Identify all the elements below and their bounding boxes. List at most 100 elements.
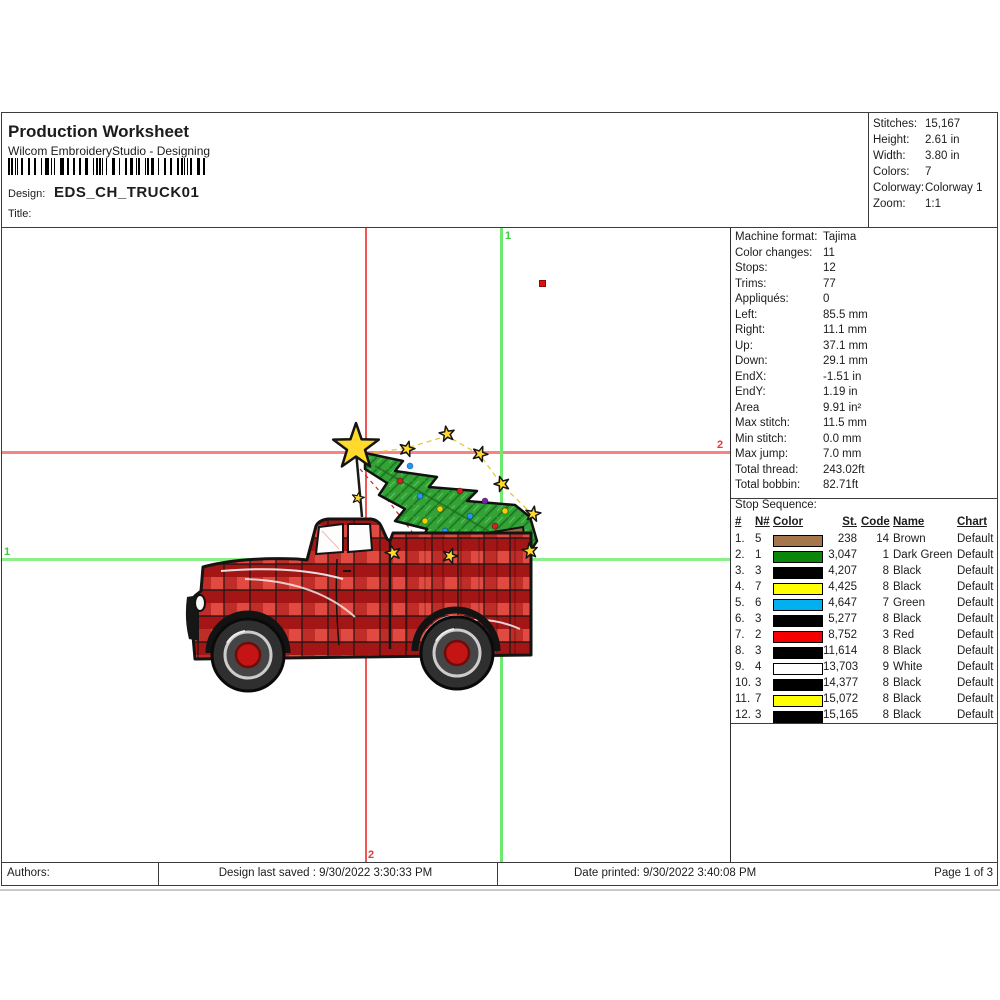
design-canvas: 1 1 2 2 Machine format: Tajima Color cha… [2,228,997,862]
machine-info-row: Left: 85.5 mm [735,309,997,325]
summary-row: Colorway: Colorway 1 [869,181,997,197]
machine-info-label: Machine format: [735,231,817,243]
thread-color-swatch [773,551,823,563]
row-num: 5. [735,597,753,609]
summary-value: 15,167 [925,118,960,130]
row-num: 10. [735,677,753,689]
row-code: 9 [861,661,889,673]
row-stitches: 13,703 [823,661,857,673]
row-needle: 5 [755,533,771,545]
machine-info-label: Trims: [735,278,767,290]
row-chart: Default [957,581,997,593]
row-chart: Default [957,693,997,705]
row-name: Black [893,581,957,593]
summary-label: Zoom: [873,198,906,210]
row-code: 8 [861,581,889,593]
summary-value: 7 [925,166,931,178]
row-needle: 4 [755,661,771,673]
row-chart: Default [957,533,997,545]
barcode-icon [8,158,208,175]
row-num: 2. [735,549,753,561]
summary-stats-box: Stitches: 15,167 Height: 2.61 in Width: … [868,113,997,231]
summary-label: Colorway: [873,182,924,194]
page-shadow [0,889,1000,891]
row-stitches: 15,072 [823,693,857,705]
summary-value: Colorway 1 [925,182,983,194]
row-num: 1. [735,533,753,545]
design-label: Design: [8,188,45,200]
row-chart: Default [957,549,997,561]
thread-color-swatch [773,631,823,643]
machine-info-row: EndX: -1.51 in [735,371,997,387]
thread-color-swatch [773,663,823,675]
thread-color-swatch [773,535,823,547]
machine-info-value: 12 [823,262,836,274]
stop-sequence-row: 1. 5 238 14 Brown Default [735,532,993,548]
row-name: Black [893,709,957,721]
machine-info-label: Min stitch: [735,433,787,445]
machine-info-row: Right: 11.1 mm [735,324,997,340]
row-name: White [893,661,957,673]
machine-info-label: Left: [735,309,757,321]
last-saved-text: Design last saved : 9/30/2022 3:30:33 PM [154,863,498,885]
hoop-label-red-bottom: 2 [368,850,374,860]
machine-info-value: 9.91 in² [823,402,861,414]
embroidery-design-preview [185,421,545,696]
machine-info-label: Stops: [735,262,768,274]
worksheet-footer: Authors: Design last saved : 9/30/2022 3… [2,862,997,885]
machine-info-label: Right: [735,324,765,336]
row-needle: 3 [755,709,771,721]
row-code: 7 [861,597,889,609]
row-stitches: 14,377 [823,677,857,689]
row-needle: 1 [755,549,771,561]
row-code: 8 [861,693,889,705]
row-num: 8. [735,645,753,657]
col-needle: N# [755,516,771,528]
worksheet-page: Production Worksheet Wilcom EmbroiderySt… [1,112,998,886]
row-chart: Default [957,597,997,609]
row-chart: Default [957,629,997,641]
row-code: 3 [861,629,889,641]
summary-row: Zoom: 1:1 [869,197,997,213]
stop-sequence-header: # N# Color St. Code Name Chart [735,515,993,532]
machine-info-label: Appliqués: [735,293,789,305]
stop-sequence-row: 3. 3 4,207 8 Black Default [735,564,993,580]
summary-value: 3.80 in [925,150,960,162]
machine-info-row: Max stitch: 11.5 mm [735,417,997,433]
hoop-label-green-top: 1 [505,231,511,241]
machine-info-value: 7.0 mm [823,448,861,460]
row-name: Black [893,565,957,577]
row-name: Dark Green [893,549,957,561]
row-name: Red [893,629,957,641]
row-num: 11. [735,693,753,705]
row-stitches: 4,425 [823,581,857,593]
machine-info-row: Stops: 12 [735,262,997,278]
thread-color-swatch [773,695,823,707]
stop-sequence-row: 9. 4 13,703 9 White Default [735,660,993,676]
machine-info-row: Up: 37.1 mm [735,340,997,356]
machine-info-value: 82.71ft [823,479,858,491]
stop-sequence-row: 6. 3 5,277 8 Black Default [735,612,993,628]
machine-info-row: Appliqués: 0 [735,293,997,309]
row-stitches: 5,277 [823,613,857,625]
hoop-label-red-right: 2 [717,440,723,450]
row-name: Black [893,613,957,625]
page-title: Production Worksheet [8,122,189,142]
row-num: 12. [735,709,753,721]
row-stitches: 11,614 [823,645,857,657]
row-needle: 3 [755,613,771,625]
row-stitches: 15,165 [823,709,857,721]
machine-info-row: Min stitch: 0.0 mm [735,433,997,449]
machine-info-value: 1.19 in [823,386,858,398]
page-indicator: Page 1 of 3 [929,863,997,885]
row-code: 8 [861,613,889,625]
summary-label: Colors: [873,166,909,178]
summary-value: 1:1 [925,198,941,210]
row-chart: Default [957,565,997,577]
row-chart: Default [957,677,997,689]
row-stitches: 3,047 [823,549,857,561]
col-color: Color [773,516,823,528]
summary-row: Height: 2.61 in [869,133,997,149]
machine-info-value: 11.5 mm [823,417,867,429]
machine-info-row: Machine format: Tajima [735,231,997,247]
